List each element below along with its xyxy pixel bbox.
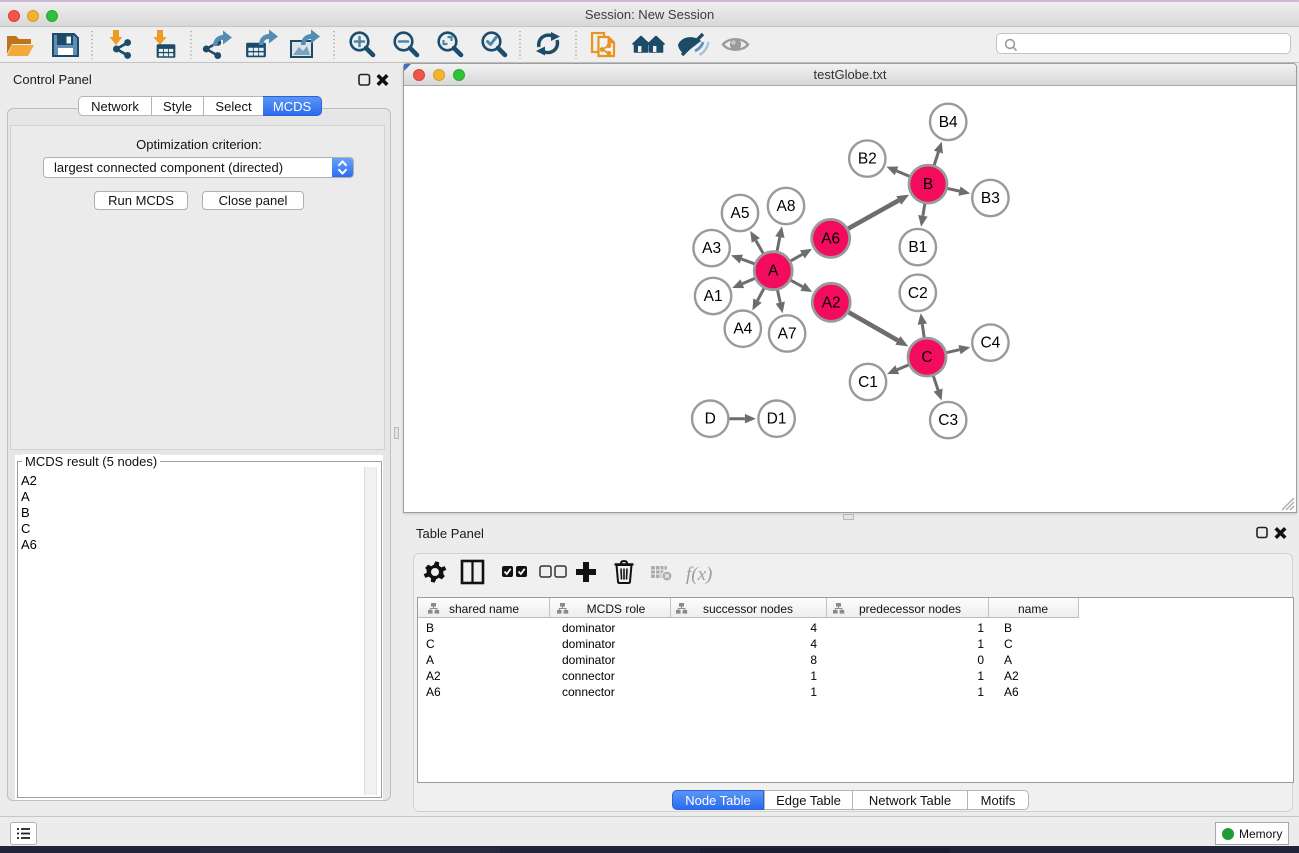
svg-text:A6: A6 — [1004, 685, 1019, 699]
svg-text:A2: A2 — [822, 294, 841, 311]
svg-text:A6: A6 — [821, 230, 840, 247]
svg-text:1: 1 — [977, 669, 984, 683]
svg-text:C: C — [921, 349, 932, 366]
svg-text:D1: D1 — [767, 411, 787, 428]
svg-text:A4: A4 — [733, 321, 752, 338]
svg-text:f(x): f(x) — [686, 564, 712, 585]
svg-text:A5: A5 — [731, 205, 750, 222]
svg-text:1: 1 — [977, 637, 984, 651]
svg-text:A7: A7 — [778, 326, 797, 343]
svg-text:C4: C4 — [980, 335, 1000, 352]
svg-text:A: A — [768, 263, 779, 280]
svg-text:A1: A1 — [704, 288, 723, 305]
svg-text:B: B — [426, 621, 434, 635]
svg-text:A8: A8 — [777, 198, 796, 215]
svg-text:A: A — [1004, 653, 1012, 667]
svg-text:1: 1 — [977, 621, 984, 635]
svg-text:predecessor nodes: predecessor nodes — [859, 602, 961, 616]
svg-text:A6: A6 — [426, 685, 441, 699]
svg-text:dominator: dominator — [562, 637, 615, 651]
svg-text:name: name — [1018, 602, 1048, 616]
svg-text:MCDS role: MCDS role — [587, 602, 646, 616]
svg-text:D: D — [705, 411, 716, 428]
svg-text:4: 4 — [810, 637, 817, 651]
svg-text:dominator: dominator — [562, 653, 615, 667]
svg-text:1: 1 — [810, 669, 817, 683]
svg-text:connector: connector — [562, 685, 615, 699]
svg-text:shared name: shared name — [449, 602, 519, 616]
svg-text:0: 0 — [977, 653, 984, 667]
svg-text:B2: B2 — [858, 151, 877, 168]
svg-text:C: C — [426, 637, 435, 651]
svg-text:A2: A2 — [426, 669, 441, 683]
svg-text:C2: C2 — [908, 285, 928, 302]
svg-text:dominator: dominator — [562, 621, 615, 635]
svg-text:C3: C3 — [938, 412, 958, 429]
svg-text:A2: A2 — [1004, 669, 1019, 683]
svg-text:B4: B4 — [939, 114, 958, 131]
svg-text:connector: connector — [562, 669, 615, 683]
svg-text:successor nodes: successor nodes — [703, 602, 793, 616]
svg-text:8: 8 — [810, 653, 817, 667]
svg-text:B: B — [1004, 621, 1012, 635]
svg-text:B: B — [923, 176, 933, 193]
svg-text:4: 4 — [810, 621, 817, 635]
svg-text:1: 1 — [810, 685, 817, 699]
svg-text:C: C — [1004, 637, 1013, 651]
svg-text:B3: B3 — [981, 190, 1000, 207]
svg-text:A3: A3 — [702, 240, 721, 257]
svg-text:B1: B1 — [908, 239, 927, 256]
svg-text:1: 1 — [977, 685, 984, 699]
svg-text:C1: C1 — [858, 374, 878, 391]
svg-text:A: A — [426, 653, 434, 667]
